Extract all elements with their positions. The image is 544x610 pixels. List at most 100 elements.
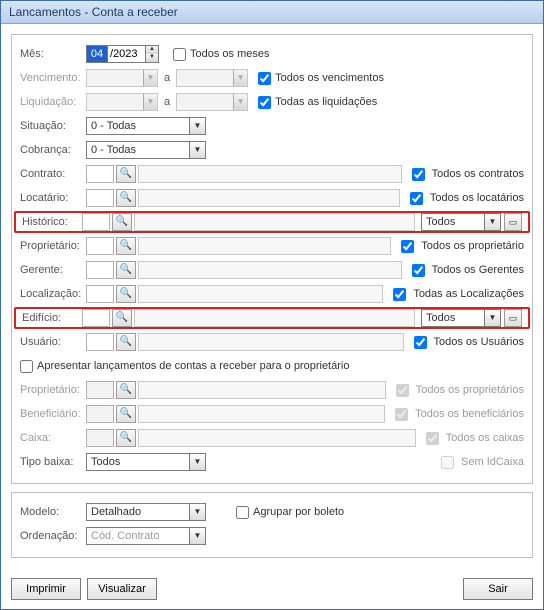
checkbox-todos-contratos[interactable] [412,168,425,181]
label-cobranca: Cobrança: [20,144,86,156]
row-cobranca: Cobrança: 0 - Todas ▼ [20,139,524,161]
locatario-code[interactable] [86,189,114,207]
check-todos-contratos[interactable]: Todos os contratos [408,165,524,184]
checkbox-todos-gerentes[interactable] [412,264,425,277]
checkbox-apresentar[interactable] [20,360,33,373]
check-todos-gerentes[interactable]: Todos os Gerentes [408,261,524,280]
label-usuario: Usuário: [20,336,86,348]
checkbox-todos-prop1[interactable] [401,240,414,253]
combo-modelo-dd[interactable]: ▼ [189,504,205,520]
label-caixa: Caixa: [20,432,86,444]
localizacao-desc [138,285,383,303]
checkbox-todas-localizacoes[interactable] [393,288,406,301]
spin-down[interactable]: ▼ [146,54,158,62]
checkbox-todos-venc[interactable] [258,72,271,85]
localizacao-search-btn[interactable]: 🔍 [116,285,136,303]
combo-situacao-dd[interactable]: ▼ [189,118,205,134]
check-todos-prop1[interactable]: Todos os proprietário [397,237,524,256]
combo-historico[interactable]: Todos ▼ [421,213,501,231]
combo-tipobaixa[interactable]: Todos ▼ [86,453,206,471]
imprimir-button[interactable]: Imprimir [11,578,81,600]
prop1-code[interactable] [86,237,114,255]
checkbox-agrupar[interactable] [236,506,249,519]
combo-cobranca-dd[interactable]: ▼ [189,142,205,158]
check-todas-localizacoes[interactable]: Todas as Localizações [389,285,524,304]
row-modelo: Modelo: Detalhado ▼ Agrupar por boleto [20,501,524,523]
check-todos-prop2: Todos os proprietários [392,381,524,400]
row-beneficiario: Beneficiário: 🔍 Todos os beneficiários [20,403,524,425]
usuario-code[interactable] [86,333,114,351]
gerente-code[interactable] [86,261,114,279]
contrato-desc [138,165,402,183]
binoculars-icon: 🔍 [120,337,132,347]
button-row: Imprimir Visualizar Sair [1,574,543,600]
checklabel-todos-contratos: Todos os contratos [432,168,524,180]
label-tipobaixa: Tipo baixa: [20,456,86,468]
label-beneficiario: Beneficiário: [20,408,86,420]
visualizar-button[interactable]: Visualizar [87,578,157,600]
check-todos-usuarios[interactable]: Todos os Usuários [410,333,525,352]
month-spinner[interactable]: ▲ ▼ [146,45,159,63]
row-caixa: Caixa: 🔍 Todos os caixas [20,427,524,449]
checkbox-todos-caixas [426,432,439,445]
contrato-search-btn[interactable]: 🔍 [116,165,136,183]
prop1-desc [138,237,391,255]
row-contrato: Contrato: 🔍 Todos os contratos [20,163,524,185]
sair-button[interactable]: Sair [463,578,533,600]
label-modelo: Modelo: [20,506,86,518]
liq-to: ▼ [176,93,248,111]
checkbox-todos-usuarios[interactable] [414,336,427,349]
check-todos-venc[interactable]: Todos os vencimentos [258,72,384,85]
combo-edificio[interactable]: Todos ▼ [421,309,501,327]
combo-historico-text: Todos [422,216,484,228]
historico-extra-btn[interactable]: ▭ [504,213,522,231]
combo-historico-dd[interactable]: ▼ [484,214,500,230]
spin-up[interactable]: ▲ [146,46,158,54]
edificio-code[interactable] [82,309,110,327]
combo-cobranca[interactable]: 0 - Todas ▼ [86,141,206,159]
checkbox-todos-meses[interactable] [173,48,186,61]
label-proprietario1: Proprietário: [20,240,86,252]
prop2-search-btn[interactable]: 🔍 [116,381,136,399]
edificio-extra-btn[interactable]: ▭ [504,309,522,327]
checkbox-todas-liq[interactable] [258,96,271,109]
check-todos-meses[interactable]: Todos os meses [173,48,269,61]
edificio-search-btn[interactable]: 🔍 [112,309,132,327]
combo-edificio-dd[interactable]: ▼ [484,310,500,326]
caixa-search-btn[interactable]: 🔍 [116,429,136,447]
locatario-search-btn[interactable]: 🔍 [116,189,136,207]
historico-search-btn[interactable]: 🔍 [112,213,132,231]
checklabel-todos-locatarios: Todos os locatários [430,192,524,204]
venc-to: ▼ [176,69,248,87]
ellipsis-icon: ▭ [509,313,518,324]
window: Lancamentos - Conta a receber Mês: ▲ ▼ T… [0,0,544,610]
combo-ordenacao[interactable]: Cód. Contrato ▼ [86,527,206,545]
localizacao-code[interactable] [86,285,114,303]
usuario-search-btn[interactable]: 🔍 [116,333,136,351]
year-input[interactable] [108,45,146,63]
check-agrupar[interactable]: Agrupar por boleto [236,506,344,519]
benef-search-btn[interactable]: 🔍 [116,405,136,423]
label-proprietario2: Proprietário: [20,384,86,396]
combo-modelo[interactable]: Detalhado ▼ [86,503,206,521]
historico-code[interactable] [82,213,110,231]
check-todos-caixas: Todos os caixas [422,429,524,448]
binoculars-icon: 🔍 [120,169,132,179]
caixa-code [86,429,114,447]
gerente-search-btn[interactable]: 🔍 [116,261,136,279]
check-apresentar[interactable]: Apresentar lançamentos de contas a receb… [20,360,349,373]
checklabel-semidcaixa: Sem IdCaixa [461,456,524,468]
combo-ordenacao-dd[interactable]: ▼ [189,528,205,544]
contrato-code[interactable] [86,165,114,183]
label-contrato: Contrato: [20,168,86,180]
month-input[interactable] [86,45,108,63]
combo-situacao[interactable]: 0 - Todas ▼ [86,117,206,135]
check-todas-liq[interactable]: Todas as liquidações [258,96,377,109]
check-todos-locatarios[interactable]: Todos os locatários [406,189,524,208]
checkbox-todos-locatarios[interactable] [410,192,423,205]
prop1-search-btn[interactable]: 🔍 [116,237,136,255]
combo-tipobaixa-dd[interactable]: ▼ [189,454,205,470]
label-edificio: Edifício: [22,312,82,324]
row-localizacao: Localização: 🔍 Todas as Localizações [20,283,524,305]
row-situacao: Situação: 0 - Todas ▼ [20,115,524,137]
